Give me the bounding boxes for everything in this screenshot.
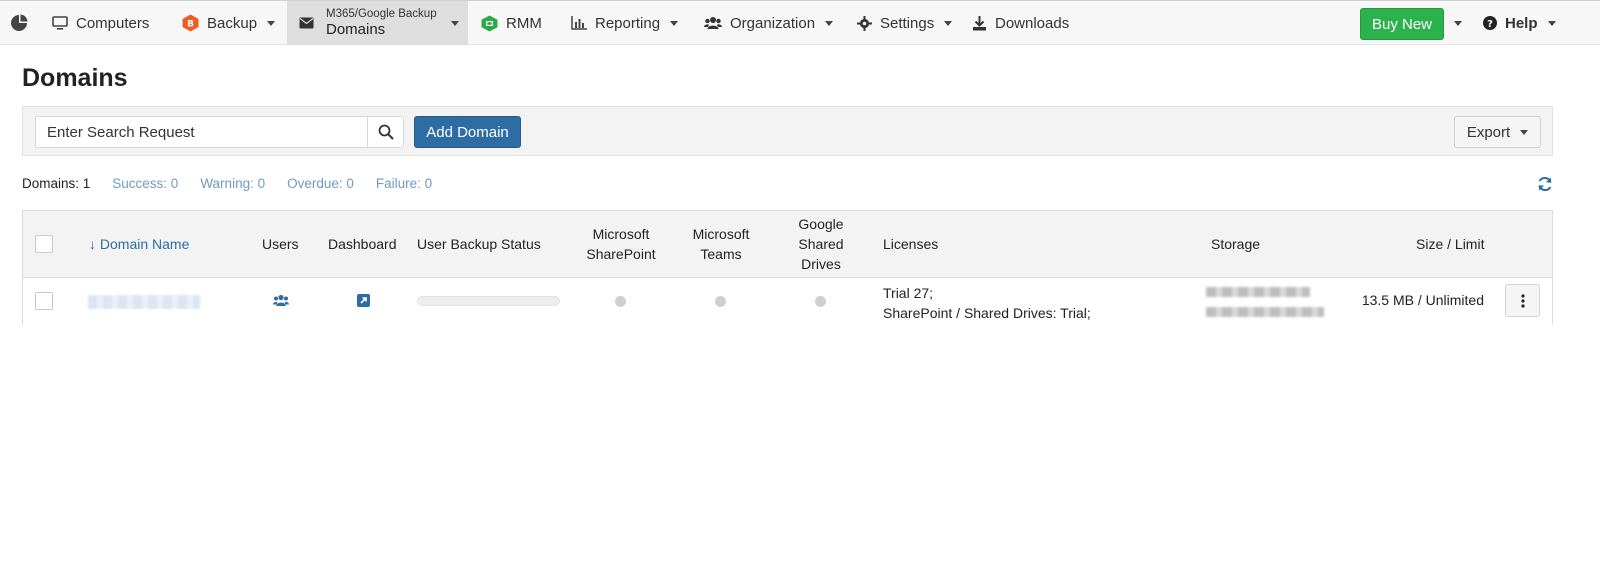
column-header-teams-line2: Teams bbox=[700, 246, 742, 262]
success-filter-link[interactable]: Success: 0 bbox=[112, 176, 178, 191]
column-header-drives-line3: Drives bbox=[801, 256, 841, 272]
search-button[interactable] bbox=[367, 116, 404, 148]
export-label: Export bbox=[1466, 123, 1511, 141]
chevron-down-icon bbox=[1520, 129, 1529, 135]
column-header-licenses: Licenses bbox=[883, 236, 939, 252]
nav-m365-google-backup[interactable]: M365/Google Backup Domains bbox=[287, 1, 468, 45]
column-header-microsoft-sharepoint: Microsoft SharePoint bbox=[571, 224, 671, 264]
chevron-down-icon bbox=[825, 20, 834, 26]
column-header-teams-line1: Microsoft bbox=[692, 226, 750, 242]
nav-reporting[interactable]: Reporting bbox=[571, 1, 679, 45]
chevron-down-icon bbox=[450, 20, 459, 26]
search-input[interactable] bbox=[35, 116, 368, 148]
svg-text:?: ? bbox=[1487, 19, 1493, 30]
nav-m365-title: Domains bbox=[326, 20, 386, 38]
chevron-down-icon bbox=[670, 20, 679, 26]
user-menu[interactable] bbox=[1430, 1, 1462, 45]
search-icon bbox=[378, 124, 394, 140]
nav-backup[interactable]: B Backup bbox=[182, 1, 276, 45]
domains-count: Domains: 1 bbox=[22, 176, 91, 191]
backup-hexagon-icon: B bbox=[182, 14, 199, 32]
user-avatar-icon bbox=[1430, 16, 1444, 31]
chevron-down-icon bbox=[1547, 20, 1556, 26]
monitor-icon bbox=[52, 16, 68, 30]
nav-settings[interactable]: Settings bbox=[857, 1, 953, 45]
nav-downloads[interactable]: Downloads bbox=[972, 1, 1069, 45]
chevron-down-icon bbox=[267, 20, 276, 26]
more-vertical-icon bbox=[1520, 293, 1525, 308]
refresh-icon[interactable] bbox=[1537, 176, 1553, 195]
status-counters: Domains: 1 Success: 0 Warning: 0 Overdue… bbox=[22, 176, 432, 191]
nav-settings-label: Settings bbox=[880, 14, 935, 32]
svg-text:B: B bbox=[187, 20, 194, 30]
users-icon[interactable] bbox=[273, 294, 289, 310]
nav-help[interactable]: ? Help bbox=[1483, 1, 1556, 45]
teams-status-dot bbox=[715, 296, 726, 307]
nav-computers[interactable]: Computers bbox=[52, 1, 149, 45]
failure-filter-link[interactable]: Failure: 0 bbox=[376, 176, 432, 191]
select-all-checkbox[interactable] bbox=[35, 235, 53, 253]
column-header-domain-name[interactable]: ↓ Domain Name bbox=[89, 234, 189, 254]
page-title: Domains bbox=[22, 64, 128, 92]
row-checkbox[interactable] bbox=[35, 292, 53, 310]
toolbar: Add Domain Export bbox=[22, 106, 1553, 156]
bar-chart-icon bbox=[571, 16, 587, 30]
column-header-google-shared-drives: Google Shared Drives bbox=[771, 214, 871, 274]
top-navigation-bar: Computers B Backup M365/Google Backup Do… bbox=[0, 0, 1600, 45]
external-link-icon[interactable] bbox=[357, 294, 370, 310]
domain-name-link-redacted[interactable] bbox=[88, 295, 200, 309]
nav-help-label: Help bbox=[1505, 14, 1538, 32]
nav-rmm[interactable]: RMM bbox=[481, 1, 542, 45]
column-header-users: Users bbox=[262, 236, 299, 252]
dashboard-pie-icon[interactable] bbox=[10, 1, 28, 45]
column-header-user-backup-status: User Backup Status bbox=[417, 236, 541, 252]
rmm-icon bbox=[481, 15, 498, 32]
column-header-sharepoint-line2: SharePoint bbox=[586, 246, 656, 262]
column-header-microsoft-teams: Microsoft Teams bbox=[671, 224, 771, 264]
sharepoint-status-dot bbox=[615, 296, 626, 307]
gear-icon bbox=[857, 15, 872, 31]
nav-rmm-label: RMM bbox=[506, 14, 542, 32]
add-domain-button[interactable]: Add Domain bbox=[414, 116, 521, 148]
table-row: Trial 27; SharePoint / Shared Drives: Tr… bbox=[23, 278, 1552, 325]
chevron-down-icon bbox=[944, 20, 953, 26]
user-backup-status-bar bbox=[417, 296, 560, 306]
storage-redacted-line-2 bbox=[1206, 307, 1324, 317]
nav-m365-subtitle: M365/Google Backup bbox=[326, 7, 437, 20]
envelope-icon bbox=[299, 17, 314, 29]
column-header-drives-line1: Google bbox=[798, 216, 844, 232]
chevron-down-icon bbox=[1454, 20, 1462, 26]
users-group-icon bbox=[704, 16, 722, 30]
column-header-storage: Storage bbox=[1211, 236, 1261, 252]
nav-organization[interactable]: Organization bbox=[704, 1, 834, 45]
table-header: ↓ Domain Name Users Dashboard User Backu… bbox=[23, 211, 1552, 278]
warning-filter-link[interactable]: Warning: 0 bbox=[200, 176, 265, 191]
nav-reporting-label: Reporting bbox=[595, 14, 661, 32]
column-header-sharepoint-line1: Microsoft bbox=[592, 226, 650, 242]
column-header-dashboard: Dashboard bbox=[328, 236, 397, 252]
nav-downloads-label: Downloads bbox=[995, 14, 1070, 32]
nav-organization-label: Organization bbox=[730, 14, 816, 32]
overdue-filter-link[interactable]: Overdue: 0 bbox=[287, 176, 354, 191]
nav-backup-label: Backup bbox=[207, 14, 258, 32]
shared-drives-status-dot bbox=[815, 296, 826, 307]
download-icon bbox=[972, 15, 987, 31]
row-actions-button[interactable] bbox=[1505, 284, 1540, 317]
storage-redacted-line-1 bbox=[1206, 287, 1310, 297]
column-header-drives-line2: Shared bbox=[798, 236, 844, 252]
export-button[interactable]: Export bbox=[1454, 116, 1541, 148]
question-circle-icon: ? bbox=[1483, 16, 1497, 30]
column-header-size-limit: Size / Limit bbox=[1416, 236, 1485, 252]
licenses-line-1: Trial 27; bbox=[883, 285, 934, 301]
nav-computers-label: Computers bbox=[76, 14, 150, 32]
licenses-line-2: SharePoint / Shared Drives: Trial; bbox=[883, 305, 1091, 321]
licenses-cell: Trial 27; SharePoint / Shared Drives: Tr… bbox=[883, 283, 1091, 323]
domains-table: ↓ Domain Name Users Dashboard User Backu… bbox=[22, 210, 1553, 325]
size-limit-value: 13.5 MB / Unlimited bbox=[1361, 292, 1484, 308]
